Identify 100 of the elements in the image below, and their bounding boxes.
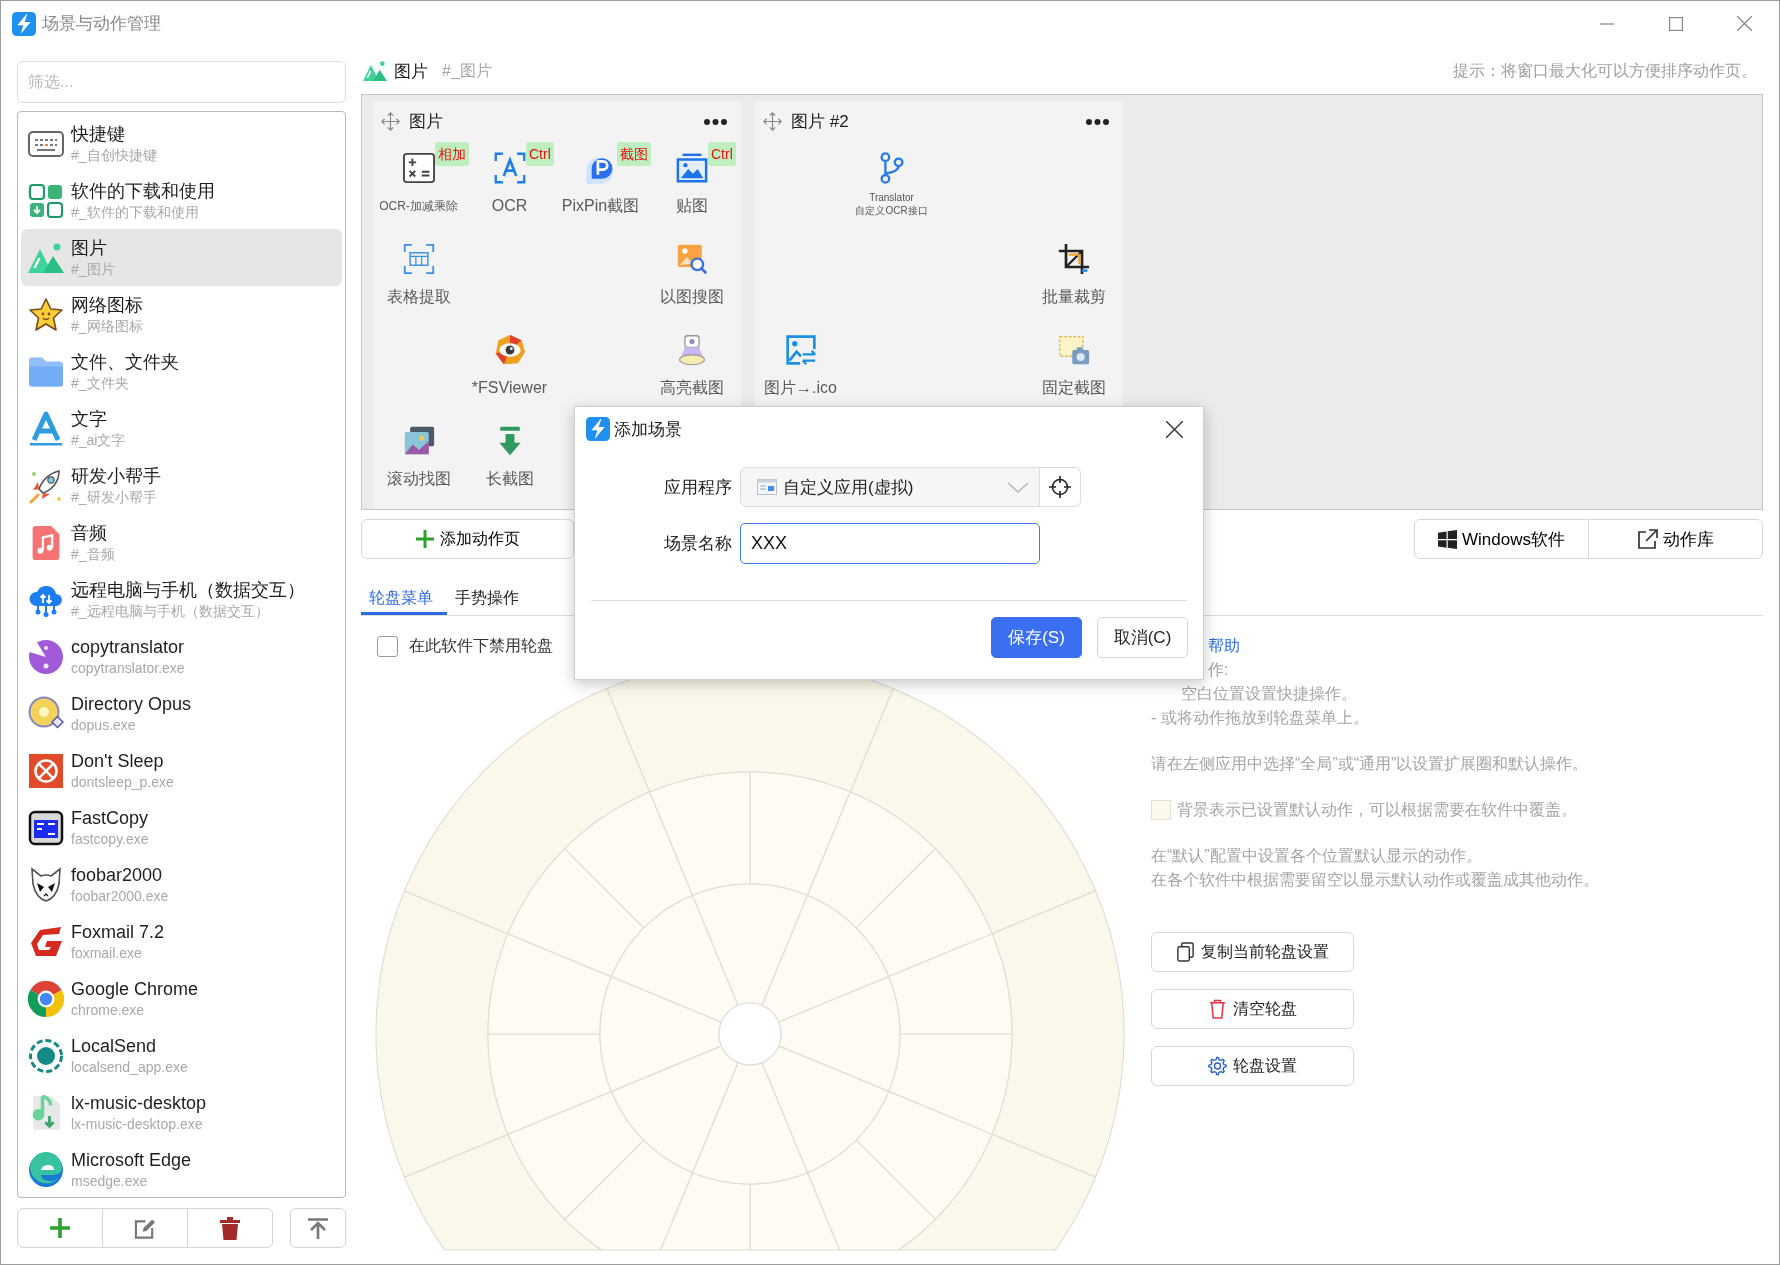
wheel-slot[interactable] <box>855 1090 993 1221</box>
wheel-slot[interactable] <box>648 771 751 897</box>
windows-apps-button[interactable]: Windows软件 <box>1414 519 1589 559</box>
more-icon[interactable] <box>1086 118 1109 125</box>
scene-item[interactable]: 研发小帮手 #_研发小帮手 <box>21 457 342 514</box>
wheel-slot[interactable] <box>761 1045 890 1174</box>
scene-item[interactable]: Don't Sleep dontsleep_p.exe <box>21 742 342 799</box>
tab[interactable]: 手势操作 <box>447 581 533 615</box>
move-to-top-button[interactable] <box>290 1208 346 1248</box>
wheel-slot[interactable] <box>855 847 993 978</box>
image-search-icon[interactable] <box>675 243 708 275</box>
wheel-slot[interactable] <box>691 1061 809 1185</box>
scene-item[interactable]: LocalSend localsend_app.exe <box>21 1027 342 1084</box>
scene-item[interactable]: 图片 #_图片 <box>21 229 342 286</box>
wheel-slot[interactable] <box>777 975 901 1093</box>
wheel-slot[interactable] <box>887 1033 1013 1136</box>
action-label[interactable]: 批量裁剪 <box>1041 287 1106 307</box>
action-label[interactable]: 自定义OCR接口 <box>855 205 928 217</box>
wheel-slot[interactable] <box>507 1090 645 1221</box>
scene-item[interactable]: Microsoft Edge msedge.exe <box>21 1141 342 1197</box>
checkbox[interactable] <box>377 636 398 657</box>
wheel-slot[interactable] <box>761 894 890 1023</box>
wheel-slot[interactable] <box>403 1133 604 1251</box>
scene-item[interactable]: foobar2000 foobar2000.exe <box>21 856 342 913</box>
scene-item[interactable]: 网络图标 #_网络图标 <box>21 286 342 343</box>
action-label[interactable]: 滚动找图 <box>386 469 451 489</box>
action-label[interactable]: 贴图 <box>675 196 708 216</box>
action-label[interactable]: *FSViewer <box>471 378 548 398</box>
action-label[interactable]: 高亮截图 <box>659 378 724 398</box>
image-convert-icon[interactable] <box>784 334 817 366</box>
wheel-slot[interactable] <box>563 1139 694 1251</box>
eye-icon[interactable] <box>493 334 526 366</box>
wheel-slot[interactable] <box>749 1171 841 1251</box>
action-label[interactable]: Translator <box>869 192 914 204</box>
move-icon[interactable] <box>381 112 400 131</box>
add-page-button[interactable]: 添加动作页 <box>361 519 574 559</box>
crop-icon[interactable] <box>1057 243 1090 275</box>
wheel-center[interactable] <box>718 1002 782 1066</box>
table-scan-icon[interactable] <box>402 243 435 275</box>
scene-item[interactable]: 音频 #_音频 <box>21 514 342 571</box>
scene-item[interactable]: 文件、文件夹 #_文件夹 <box>21 343 342 400</box>
calculator-icon[interactable] <box>402 152 435 184</box>
wheel-settings-button[interactable]: 轮盘设置 <box>1151 1046 1354 1086</box>
wheel-slot[interactable] <box>507 847 645 978</box>
save-button[interactable]: 保存(S) <box>991 617 1082 658</box>
wheel-slot[interactable] <box>896 1133 1097 1251</box>
wheel-slot[interactable] <box>887 932 1013 1035</box>
scene-item[interactable]: Directory Opus dopus.exe <box>21 685 342 742</box>
scene-item[interactable]: 远程电脑与手机（数据交互） #_远程电脑与手机（数据交互） <box>21 571 342 628</box>
edit-button[interactable] <box>102 1208 188 1248</box>
clear-wheel-button[interactable]: 清空轮盘 <box>1151 989 1354 1029</box>
scene-item[interactable]: 软件的下载和使用 #_软件的下载和使用 <box>21 172 342 229</box>
wheel-slot[interactable] <box>563 791 694 929</box>
scene-item[interactable]: Foxmail 7.2 foxmail.exe <box>21 913 342 970</box>
scene-item[interactable]: 文字 #_ai文字 <box>21 400 342 457</box>
scene-item[interactable]: Google Chrome chrome.exe <box>21 970 342 1027</box>
wheel-slot[interactable] <box>806 791 937 929</box>
move-icon[interactable] <box>763 112 782 131</box>
scene-item[interactable]: lx-music-desktop lx-music-desktop.exe <box>21 1084 342 1141</box>
pictures-icon[interactable] <box>402 425 435 457</box>
filter-field[interactable]: 筛选... <box>17 61 346 103</box>
camera-icon[interactable] <box>1057 334 1090 366</box>
scene-item[interactable]: 快捷键 #_自创快捷键 <box>21 115 342 172</box>
action-library-button[interactable]: 动作库 <box>1588 519 1763 559</box>
wheel-slot[interactable] <box>610 1045 739 1174</box>
action-label[interactable]: OCR-加减乘除 <box>379 196 458 216</box>
text-scan-icon[interactable] <box>493 152 526 184</box>
delete-button[interactable] <box>187 1208 273 1248</box>
copy-settings-button[interactable]: 复制当前轮盘设置 <box>1151 932 1354 972</box>
action-label[interactable]: PixPin截图 <box>561 196 640 216</box>
action-label[interactable]: 长截图 <box>485 469 534 489</box>
wheel-slot[interactable] <box>375 890 509 1178</box>
scene-item[interactable]: FastCopy fastcopy.exe <box>21 799 342 856</box>
action-label[interactable]: OCR <box>491 196 528 216</box>
action-label[interactable]: 固定截图 <box>1041 378 1106 398</box>
add-button[interactable] <box>17 1208 103 1248</box>
scene-name-input[interactable]: XXX <box>740 523 1040 564</box>
wheel-slot[interactable] <box>991 890 1125 1178</box>
wheel-slot[interactable] <box>691 883 809 1007</box>
wheel-slot[interactable] <box>487 1033 613 1136</box>
cancel-button[interactable]: 取消(C) <box>1097 617 1188 658</box>
wheel-slot[interactable] <box>659 1171 751 1251</box>
tab[interactable]: 轮盘菜单 <box>361 581 447 615</box>
wheel-slot[interactable] <box>599 975 723 1093</box>
action-label[interactable]: 表格提取 <box>386 287 451 307</box>
wheel-slot[interactable] <box>806 1139 937 1251</box>
picture-icon[interactable] <box>675 152 708 184</box>
wheel-slot[interactable] <box>749 771 852 897</box>
wheel-slot[interactable] <box>403 687 651 935</box>
wheel-slot[interactable] <box>610 894 739 1023</box>
external-link-icon <box>1637 528 1658 550</box>
app-select[interactable]: 自定义应用(虚拟) <box>740 467 1040 507</box>
pick-window-button[interactable] <box>1040 467 1081 507</box>
action-label[interactable]: 图片→.ico <box>764 378 837 398</box>
action-label[interactable]: 以图搜图 <box>659 287 724 307</box>
more-icon[interactable] <box>704 118 727 125</box>
scene-item[interactable]: copytranslator copytranslator.exe <box>21 628 342 685</box>
wheel-slot[interactable] <box>487 932 613 1035</box>
wheel-slot[interactable] <box>849 687 1097 935</box>
help-link[interactable]: 帮助 <box>1208 634 1240 658</box>
